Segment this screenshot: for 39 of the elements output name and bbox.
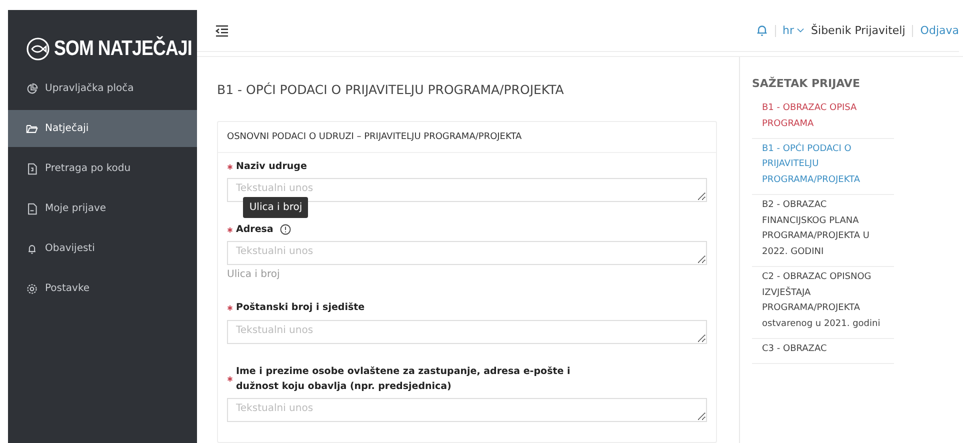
field-label: Poštanski broj i sjedište <box>236 301 365 316</box>
text-area[interactable]: Tekstualni unos <box>227 320 707 344</box>
sidebar-item[interactable]: Postavke <box>8 270 197 307</box>
document-icon <box>26 202 38 214</box>
text-area[interactable]: Tekstualni unos <box>227 398 707 422</box>
bell-icon <box>26 242 38 254</box>
user-name: Šibenik Prijavitelj <box>811 24 906 38</box>
tooltip: Ulica i broj <box>243 197 308 218</box>
document-search-icon <box>26 162 38 174</box>
summary-link[interactable]: B2 - OBRAZAC FINANCIJSKOG PLANA PROGRAMA/PROJEKTA U 2022. GODINI <box>752 194 894 267</box>
caret-icon <box>797 28 804 34</box>
summary-title: SAŽETAK PRIJAVE <box>752 77 861 90</box>
summary-link[interactable]: C3 - OBRAZAC <box>752 338 894 364</box>
sidebar-item[interactable]: Moje prijave <box>8 190 197 227</box>
card-title: OSNOVNI PODACI O UDRUZI – PRIJAVITELJU PROGRAMA/PROJEKTA <box>218 122 716 154</box>
text-area[interactable]: Tekstualni unos <box>227 241 707 266</box>
field-label: Ime i prezime osobe ovlaštene za zastupanje, adresa e-pošte i dužnost koju obavlja (npr. predsjednica) <box>236 364 572 394</box>
pie-chart-icon <box>26 82 38 94</box>
logout-link[interactable]: Odjava <box>920 24 959 38</box>
gear-icon <box>26 282 38 294</box>
summary-link[interactable]: C2 - OBRAZAC OPISNOG IZVJEŠTAJA PROGRAMA/PROJEKTA ostvarenog u 2021. godini <box>752 266 894 339</box>
help-text: Ulica i broj <box>227 269 281 280</box>
sidebar-item[interactable]: Pretraga po kodu <box>8 150 197 187</box>
fish-logo-icon <box>26 37 50 61</box>
sidebar-item[interactable]: Upravljačka ploča <box>8 70 197 107</box>
text-area[interactable]: Tekstualni unos <box>227 178 707 202</box>
info-icon[interactable] <box>280 224 292 236</box>
language-dropdown[interactable]: hr <box>782 24 804 38</box>
bell-icon[interactable] <box>756 24 768 38</box>
sidebar-item[interactable]: Obavijesti <box>8 230 197 267</box>
field-label: Naziv udruge <box>236 160 307 174</box>
summary-link[interactable]: B1 - OBRAZAC OPISA PROGRAMA <box>752 98 894 139</box>
field-label: Adresa <box>236 223 274 238</box>
page-title: B1 - OPĆI PODACI O PRIJAVITELJU PROGRAMA/PROJEKTA <box>217 82 565 98</box>
sidebar-item[interactable]: Natječaji <box>8 110 197 147</box>
menu-collapse-icon[interactable] <box>215 24 229 37</box>
folder-icon <box>26 122 38 134</box>
logo-text: SOM NATJEČAJI <box>54 37 192 61</box>
summary-link[interactable]: B1 - OPĆI PODACI O PRIJAVITELJU PROGRAMA/PROJEKTA <box>752 138 894 195</box>
